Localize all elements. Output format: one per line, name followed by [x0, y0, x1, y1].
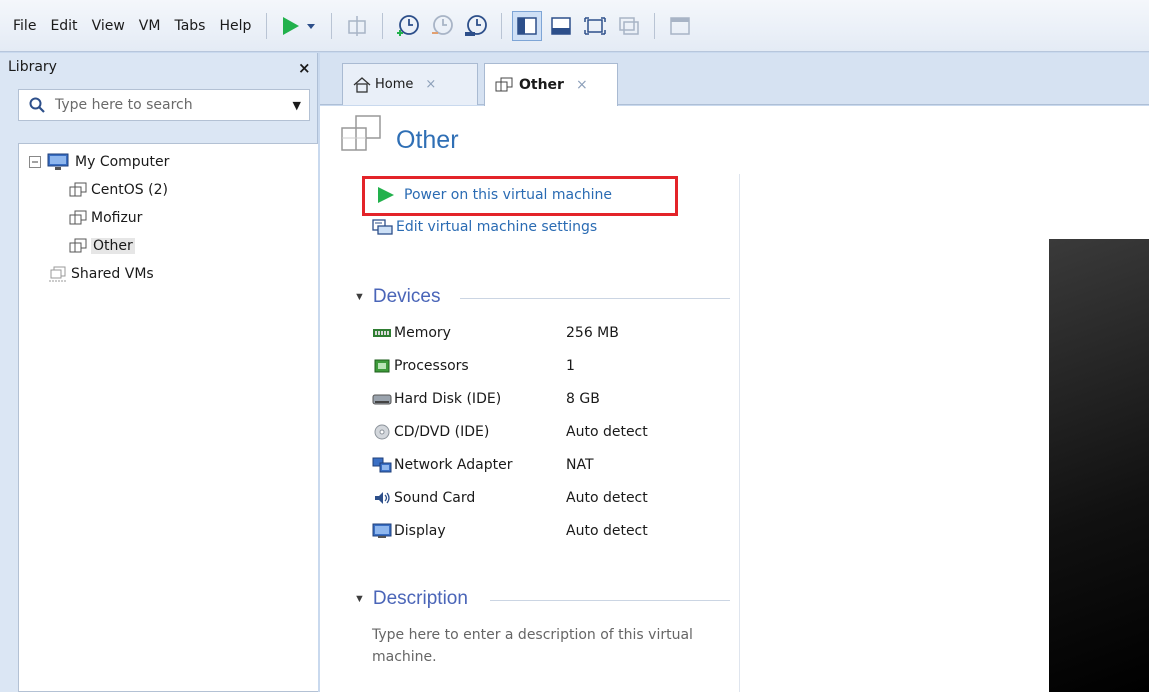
menu-tabs[interactable]: Tabs [167, 0, 212, 52]
tree-item-vm-selected[interactable]: Other [69, 234, 135, 258]
snapshot-manager-icon [465, 14, 488, 36]
toolbar-divider [501, 12, 503, 39]
search-icon [29, 97, 45, 113]
tab-home-label: Home [375, 77, 414, 92]
tab-other-close-button[interactable]: × [576, 77, 588, 93]
toolbar-divider [266, 12, 268, 39]
tree-item-vm[interactable]: CentOS (2) [69, 178, 168, 202]
home-icon [353, 76, 371, 93]
toolbar-divider [654, 12, 656, 39]
shared-vms-icon [49, 266, 67, 282]
unity-button[interactable] [614, 11, 644, 41]
menu-view[interactable]: View [85, 0, 132, 52]
power-on-link[interactable]: Power on this virtual machine [376, 186, 612, 204]
device-row-hard-disk[interactable]: Hard Disk (IDE) 8 GB [372, 387, 600, 411]
vm-summary-page: Other Power on this virtual machine Edit… [320, 106, 1149, 692]
menu-file[interactable]: File [6, 0, 43, 52]
toolbar-divider [331, 12, 333, 39]
library-title: Library [8, 59, 57, 75]
memory-icon [373, 329, 391, 337]
console-view-icon [670, 16, 691, 35]
power-on-button[interactable] [277, 11, 321, 41]
thumbnail-view-icon [551, 16, 572, 35]
vm-large-icon [341, 115, 381, 151]
collapse-arrow-icon[interactable]: ▼ [354, 291, 365, 303]
network-adapter-icon [372, 457, 392, 473]
device-row-sound-card[interactable]: Sound Card Auto detect [372, 486, 648, 510]
library-panel: Library × Type here to search ▼ My Compu… [0, 53, 318, 692]
thumbnail-bar-button[interactable] [546, 11, 576, 41]
device-row-processors[interactable]: Processors 1 [372, 354, 575, 378]
devices-section-header[interactable]: ▼ Devices [354, 286, 440, 308]
unity-icon [619, 16, 640, 35]
menu-edit[interactable]: Edit [43, 0, 84, 52]
tree-item-my-computer[interactable]: My Computer [29, 150, 169, 174]
edit-settings-link[interactable]: Edit virtual machine settings [372, 218, 597, 236]
play-icon [283, 16, 316, 35]
device-row-cd-dvd[interactable]: CD/DVD (IDE) Auto detect [372, 420, 648, 444]
library-view-icon [517, 16, 538, 35]
vm-screen-thumbnail[interactable] [1049, 239, 1149, 692]
description-field[interactable]: Type here to enter a description of this… [372, 624, 712, 668]
send-ctrl-alt-del-button[interactable] [342, 11, 372, 41]
vm-icon [69, 238, 87, 253]
computer-icon [47, 153, 69, 170]
hard-disk-icon [372, 394, 392, 405]
console-view-button[interactable] [665, 11, 695, 41]
full-screen-button[interactable] [580, 11, 610, 41]
snapshot-manager-button[interactable] [461, 11, 491, 41]
device-row-network-adapter[interactable]: Network Adapter NAT [372, 453, 594, 477]
tab-home-close-button[interactable]: × [425, 77, 436, 92]
cd-dvd-icon [374, 424, 390, 440]
collapse-arrow-icon[interactable]: ▼ [354, 593, 365, 605]
tree-item-shared-vms[interactable]: Shared VMs [49, 262, 154, 286]
edit-settings-label: Edit virtual machine settings [396, 219, 598, 235]
search-input[interactable]: Type here to search [55, 97, 293, 113]
tab-bar: Home × Other × [320, 53, 1149, 106]
power-on-label: Power on this virtual machine [404, 187, 613, 203]
snapshot-take-icon [397, 14, 420, 36]
revert-snapshot-button[interactable] [427, 11, 457, 41]
tab-other[interactable]: Other × [484, 63, 618, 106]
settings-icon [372, 219, 393, 235]
snapshot-revert-icon [432, 14, 454, 35]
tab-other-label: Other [519, 77, 564, 93]
show-library-button[interactable] [512, 10, 543, 41]
play-icon [378, 187, 394, 203]
full-screen-icon [584, 16, 607, 35]
description-section-header[interactable]: ▼ Description [354, 588, 468, 610]
send-keys-icon [348, 15, 367, 36]
section-divider [460, 298, 730, 299]
vm-icon [495, 77, 513, 92]
library-tree: My Computer CentOS (2) Mofizur Other Sha… [18, 143, 318, 692]
tree-item-vm[interactable]: Mofizur [69, 206, 142, 230]
section-divider [490, 600, 730, 601]
library-close-button[interactable]: × [298, 59, 311, 77]
tab-home[interactable]: Home × [342, 63, 478, 105]
device-row-memory[interactable]: Memory 256 MB [372, 321, 619, 345]
menu-bar: File Edit View VM Tabs Help [0, 0, 1149, 52]
menu-help[interactable]: Help [212, 0, 258, 52]
toolbar-divider [382, 12, 384, 39]
vm-icon [69, 210, 87, 225]
sound-card-icon [375, 492, 390, 504]
display-icon [372, 523, 392, 538]
vm-title: Other [396, 126, 459, 154]
collapse-icon[interactable] [29, 156, 41, 168]
processor-icon [374, 359, 390, 373]
menu-vm[interactable]: VM [132, 0, 168, 52]
library-search[interactable]: Type here to search ▼ [18, 89, 310, 121]
device-row-display[interactable]: Display Auto detect [372, 519, 648, 543]
vm-icon [69, 182, 87, 197]
search-dropdown-icon[interactable]: ▼ [293, 99, 301, 112]
take-snapshot-button[interactable] [393, 11, 423, 41]
